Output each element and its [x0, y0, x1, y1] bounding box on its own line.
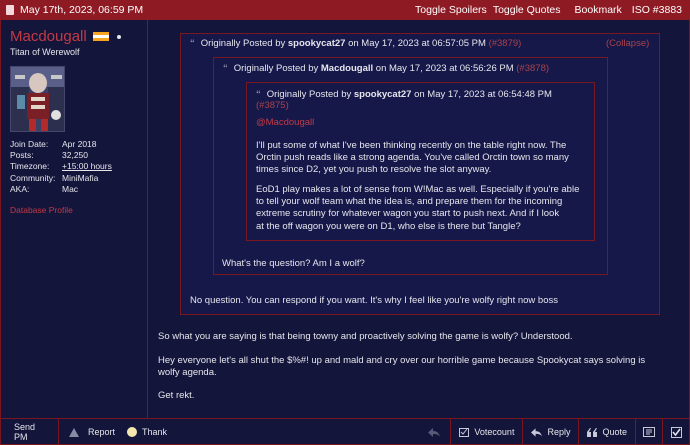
- quote-icon: “: [256, 89, 261, 100]
- stat-timezone: Timezone: +15:00 hours: [10, 161, 112, 172]
- quote-post-link[interactable]: (#3875): [256, 100, 289, 111]
- votecount-button[interactable]: Votecount: [451, 419, 522, 445]
- quote1-reply: No question. You can respond if you want…: [190, 295, 558, 306]
- quote-header-outer: “Originally Posted by spookycat27 on May…: [190, 38, 522, 49]
- stat-community: Community: MiniMafia: [10, 172, 99, 183]
- user-title: Titan of Werewolf: [10, 47, 80, 57]
- reply-button[interactable]: Reply: [523, 419, 578, 445]
- quote-icon: [587, 427, 598, 437]
- thank-button[interactable]: Thank: [125, 419, 177, 445]
- quote-post-link[interactable]: (#3878): [516, 63, 549, 74]
- stat-join-date: Join Date: Apr 2018: [10, 139, 97, 149]
- post-line-1: So what you are saying is that being tow…: [158, 331, 573, 342]
- thank-icon: [127, 427, 138, 437]
- post-line-2: Hey everyone let's all shut the $%#! up …: [158, 355, 646, 379]
- quote-author[interactable]: spookycat27: [288, 38, 346, 49]
- collapse-button[interactable]: (Collapse): [606, 38, 649, 49]
- user-stats: Join Date: Apr 2018 Posts: 32,250 Timezo…: [10, 139, 137, 195]
- checkbox-icon: [671, 426, 682, 438]
- post-date: May 17th, 2023, 06:59 PM: [20, 4, 144, 16]
- toggle-quotes-link[interactable]: Toggle Quotes: [493, 4, 561, 16]
- online-status-icon: [116, 34, 121, 39]
- quote-icon: “: [190, 38, 195, 49]
- stat-posts: Posts: 32,250: [10, 150, 88, 161]
- avatar[interactable]: [10, 66, 65, 132]
- post-icon: [6, 5, 14, 15]
- quote-header-middle: “Originally Posted by Macdougall on May …: [223, 63, 550, 74]
- post-line-3: Get rekt.: [158, 390, 195, 401]
- username[interactable]: Macdougall: [10, 28, 87, 45]
- quote-author[interactable]: spookycat27: [354, 89, 412, 100]
- mention-link[interactable]: @Macdougall: [256, 117, 314, 129]
- stat-aka: AKA: Mac: [10, 183, 79, 194]
- quote3-paragraph-2: EoD1 play makes a lot of sense from W!Ma…: [256, 184, 580, 232]
- bookmark-link[interactable]: Bookmark: [575, 4, 622, 16]
- toggle-spoilers-link[interactable]: Toggle Spoilers: [415, 4, 487, 16]
- multiquote-icon: [643, 427, 655, 437]
- iso-link[interactable]: ISO #3883: [632, 4, 682, 16]
- vote-icon: [459, 428, 470, 437]
- reply-icon: [531, 427, 543, 437]
- back-icon[interactable]: [418, 419, 450, 445]
- select-post-checkbox[interactable]: [663, 419, 690, 445]
- database-profile-link[interactable]: Database Profile: [10, 205, 137, 215]
- quote-post-link[interactable]: (#3879): [489, 38, 522, 49]
- quote-header-inner: “Originally Posted by spookycat27 on May…: [256, 89, 552, 100]
- user-sidebar: Macdougall Titan of Werewolf Join Date:: [0, 20, 148, 418]
- warning-icon: [69, 427, 79, 437]
- post-header: May 17th, 2023, 06:59 PM Toggle Spoilers…: [0, 0, 690, 20]
- send-pm-button[interactable]: Send PM: [0, 419, 58, 445]
- post-footer: Send PM Report Thank Votecount Reply Quo…: [0, 418, 690, 445]
- report-button[interactable]: Report: [59, 419, 125, 445]
- quote-button[interactable]: Quote: [579, 419, 635, 445]
- quote3-paragraph-1: I'll put some of what I've been thinking…: [256, 140, 569, 176]
- quote-icon: “: [223, 63, 228, 74]
- flag-icon: [92, 31, 109, 42]
- quote2-reply: What's the question? Am I a wolf?: [222, 258, 365, 269]
- multiquote-button[interactable]: [636, 419, 662, 445]
- quote-author[interactable]: Macdougall: [321, 63, 373, 74]
